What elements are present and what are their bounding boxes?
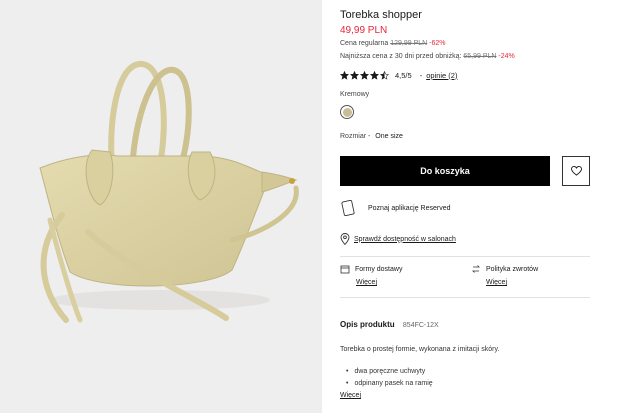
returns-label: Polityka zwrotów [486, 265, 539, 273]
store-availability-text: Sprawdź dostępność w salonach [354, 235, 456, 243]
star-full-icon [350, 70, 359, 80]
reviews-link[interactable]: opinie (2) [426, 71, 457, 80]
regular-price: 129,99 PLN [390, 40, 428, 47]
delivery-more-link[interactable]: Więcej [356, 279, 402, 286]
regular-discount: -62% [429, 40, 446, 47]
color-label: Kremowy [340, 91, 370, 98]
product-image [0, 0, 322, 413]
heart-icon [570, 166, 582, 176]
delivery-box-icon [340, 265, 350, 274]
store-availability-link[interactable]: Sprawdź dostępność w salonach [340, 233, 456, 245]
rating-score: 4,5/5 [395, 70, 412, 80]
product-code: 854FC-12X [402, 322, 439, 329]
description-header: Opis produktu 854FC-12X [340, 320, 439, 329]
app-promo-row[interactable]: Poznaj aplikację Reserved [340, 200, 451, 216]
description-text: Torebka o prostej formie, wykonana z imi… [340, 346, 500, 353]
star-full-icon [360, 70, 369, 80]
rating-separator: - [419, 70, 423, 80]
lowest-price: 65,99 PLN [463, 53, 497, 60]
size-row: Rozmiar - One size [340, 133, 403, 140]
color-swatch-fill [342, 107, 352, 117]
delivery-block: Formy dostawy Więcej [340, 264, 402, 286]
description-heading: Opis produktu [340, 320, 395, 329]
location-pin-icon [340, 233, 350, 245]
divider [340, 256, 590, 257]
favorite-button[interactable] [562, 156, 590, 186]
lowest-price-label: Najniższa cena z 30 dni przed obniżką: [340, 53, 462, 60]
list-item: dwa poręczne uchwyty [346, 365, 433, 377]
product-details-panel: Torebka shopper 49,99 PLN Cena regularna… [340, 0, 600, 413]
star-full-icon [370, 70, 379, 80]
delivery-label: Formy dostawy [355, 265, 403, 273]
returns-block: Polityka zwrotów Więcej [471, 264, 538, 286]
phone-icon [341, 200, 355, 216]
star-half-icon [380, 70, 389, 80]
star-full-icon [340, 70, 349, 80]
regular-price-label: Cena regularna [340, 40, 389, 47]
rating-row: 4,5/5 - opinie (2) [340, 69, 457, 81]
lowest-price-row: Najniższa cena z 30 dni przed obniżką: 6… [340, 53, 515, 60]
divider [340, 297, 590, 298]
product-price: 49,99 PLN [340, 25, 388, 36]
size-value: One size [375, 133, 403, 140]
return-arrow-icon [472, 265, 480, 273]
description-more-link[interactable]: Więcej [340, 392, 361, 399]
product-title: Torebka shopper [340, 9, 422, 21]
app-promo-text: Poznaj aplikację Reserved [368, 204, 451, 212]
rating-stars [340, 70, 389, 80]
lowest-discount: -24% [498, 53, 515, 60]
color-swatch[interactable] [340, 105, 354, 119]
add-to-cart-button[interactable]: Do koszyka [340, 156, 550, 186]
returns-more-link[interactable]: Więcej [486, 279, 538, 286]
bag-illustration [39, 61, 299, 323]
regular-price-row: Cena regularna 129,99 PLN -62% [340, 40, 446, 47]
size-label: Rozmiar - [340, 133, 371, 140]
feature-list: dwa poręczne uchwyty odpinany pasek na r… [346, 365, 433, 389]
list-item: odpinany pasek na ramię [346, 377, 432, 389]
